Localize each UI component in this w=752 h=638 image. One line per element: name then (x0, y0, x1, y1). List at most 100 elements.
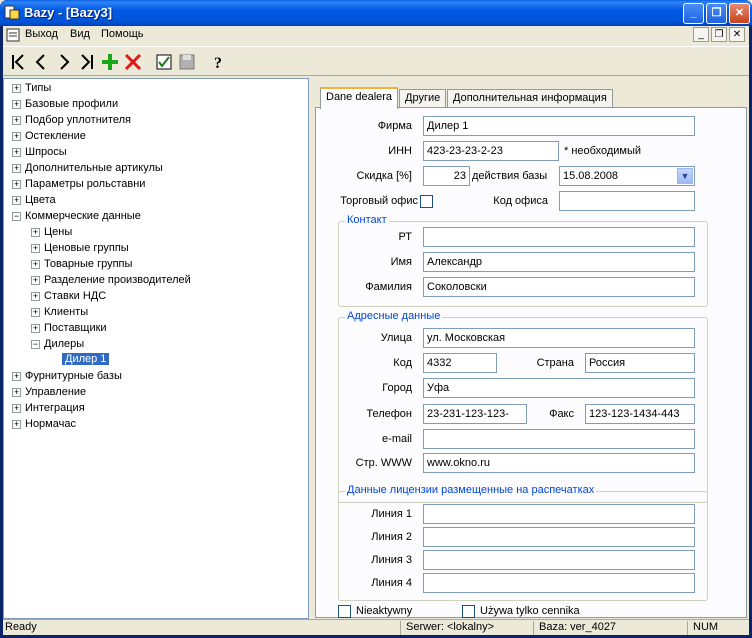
status-num: NUM (693, 621, 719, 633)
line-3-field[interactable] (423, 550, 695, 570)
street-label: Улица (380, 332, 412, 344)
delete-record-icon[interactable] (122, 51, 144, 73)
line-1-label: Линия 1 (371, 508, 412, 520)
save-icon[interactable] (176, 51, 198, 73)
expand-icon[interactable]: + (31, 292, 40, 301)
website-field[interactable]: www.okno.ru (423, 453, 695, 473)
surname-label: Фамилия (365, 281, 412, 293)
inactive-label: Nieaktywny (356, 605, 413, 617)
trade-office-label: Торговый офис (340, 195, 418, 207)
app-icon (4, 5, 20, 20)
first-name-field[interactable]: Александр (423, 252, 695, 272)
expand-icon[interactable]: + (12, 420, 21, 429)
rt-label: РТ (398, 231, 412, 243)
expand-icon[interactable]: + (12, 196, 21, 205)
office-code-label: Код офиса (493, 195, 548, 207)
validity-label: действия базы (472, 170, 548, 182)
expand-icon[interactable]: + (31, 324, 40, 333)
expand-icon[interactable]: + (31, 308, 40, 317)
line-4-field[interactable] (423, 573, 695, 593)
tree-item-dealer-1[interactable]: Дилер 1 (62, 353, 110, 369)
firma-field[interactable]: Дилер 1 (423, 116, 695, 136)
line-2-label: Линия 2 (371, 531, 412, 543)
title-bar[interactable]: Bazy - [Bazy3] _ ❐ ✕ (0, 0, 752, 26)
mdi-close-button[interactable]: ✕ (729, 27, 745, 42)
last-record-icon[interactable] (76, 51, 98, 73)
fax-field[interactable]: 123-123-1434-443 (585, 404, 695, 424)
firma-label: Фирма (377, 120, 412, 132)
discount-label: Скидка [%] (356, 170, 412, 182)
rt-field[interactable] (423, 227, 695, 247)
office-code-field[interactable] (559, 191, 695, 211)
expand-icon[interactable]: + (12, 372, 21, 381)
minimize-button[interactable]: _ (683, 3, 704, 24)
tab-other[interactable]: Другие (399, 89, 447, 108)
menu-view[interactable]: Вид (70, 28, 90, 40)
postal-code-field[interactable]: 4332 (423, 353, 497, 373)
menu-exit[interactable]: Выход (25, 28, 58, 40)
expand-icon[interactable]: + (12, 100, 21, 109)
expand-icon[interactable]: + (12, 132, 21, 141)
line-4-label: Линия 4 (371, 577, 412, 589)
collapse-icon[interactable]: − (31, 340, 40, 349)
mdi-minimize-button[interactable]: _ (693, 27, 709, 42)
expand-icon[interactable]: + (12, 116, 21, 125)
line-2-field[interactable] (423, 527, 695, 547)
trade-office-checkbox[interactable] (420, 195, 433, 208)
menu-help[interactable]: Помощь (101, 28, 144, 40)
expand-icon[interactable]: + (12, 388, 21, 397)
close-button[interactable]: ✕ (729, 3, 750, 24)
status-ready: Ready (5, 621, 37, 633)
expand-icon[interactable]: + (31, 228, 40, 237)
expand-icon[interactable]: + (31, 260, 40, 269)
navigation-tree: + Типы + Базовые профили + Подбор уплотните… (3, 78, 309, 619)
first-record-icon[interactable] (7, 51, 29, 73)
license-group-title: Данные лицензии размещенные на распечатк… (345, 484, 597, 496)
email-label: e-mail (382, 433, 412, 445)
next-record-icon[interactable] (53, 51, 75, 73)
city-field[interactable]: Уфа (423, 378, 695, 398)
tab-dealer-data[interactable]: Dane dealera (320, 87, 399, 109)
help-icon[interactable]: ? (207, 51, 229, 73)
tab-page: Фирма Дилер 1 ИНН 423-23-23-2-23 * необх… (315, 107, 747, 618)
expand-icon[interactable]: + (12, 180, 21, 189)
expand-icon[interactable]: + (12, 404, 21, 413)
dropdown-arrow-icon[interactable]: ▼ (677, 168, 693, 184)
expand-icon[interactable]: + (12, 164, 21, 173)
surname-field[interactable]: Соколовски (423, 277, 695, 297)
tab-additional-info[interactable]: Дополнительная информация (447, 89, 613, 108)
phone-label: Телефон (366, 408, 412, 420)
expand-icon[interactable]: + (31, 244, 40, 253)
mdi-restore-button[interactable]: ❐ (711, 27, 727, 42)
inactive-checkbox[interactable] (338, 605, 351, 618)
fax-label: Факс (549, 408, 574, 420)
validity-date-picker[interactable]: 15.08.2008 ▼ (559, 166, 695, 186)
status-base: Baza: ver_4027 (539, 621, 617, 633)
country-field[interactable]: Россия (585, 353, 695, 373)
previous-record-icon[interactable] (30, 51, 52, 73)
address-group-title: Адресные данные (345, 310, 443, 322)
client-area: Выход Вид Помощь _ ❐ ✕ ? + Типы + Базовы… (3, 26, 749, 635)
status-separator (687, 621, 688, 635)
expand-icon[interactable]: + (12, 84, 21, 93)
street-field[interactable]: ул. Московская (423, 328, 695, 348)
add-record-icon[interactable] (99, 51, 121, 73)
validity-date-value: 15.08.2008 (563, 170, 619, 182)
details-panel: Dane dealera Другие Дополнительная инфор… (312, 78, 749, 619)
status-separator (533, 621, 534, 635)
only-price-list-checkbox[interactable] (462, 605, 475, 618)
line-1-field[interactable] (423, 504, 695, 524)
discount-field[interactable]: 23 (423, 166, 470, 186)
menu-bar: Выход Вид Помощь _ ❐ ✕ (3, 26, 749, 44)
postal-code-label: Код (393, 357, 412, 369)
maximize-button[interactable]: ❐ (706, 3, 727, 24)
accept-icon[interactable] (153, 51, 175, 73)
expand-icon[interactable]: + (12, 148, 21, 157)
toolbar: ? (3, 46, 749, 76)
inn-label: ИНН (388, 145, 412, 157)
document-icon (6, 28, 20, 42)
expand-icon[interactable]: + (31, 276, 40, 285)
email-field[interactable] (423, 429, 695, 449)
inn-field[interactable]: 423-23-23-2-23 (423, 141, 559, 161)
collapse-icon[interactable]: − (12, 212, 21, 221)
